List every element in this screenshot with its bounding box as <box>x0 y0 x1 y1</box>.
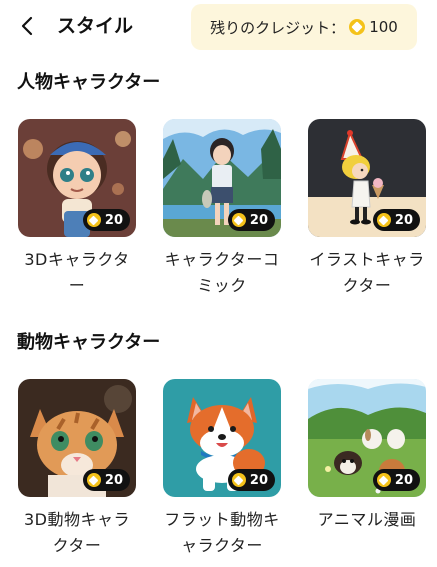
coin-icon <box>231 473 246 487</box>
style-card-illustrated-character[interactable]: 20 イラストキャラクター <box>308 119 426 299</box>
cost-value: 20 <box>104 212 123 228</box>
coin-icon <box>231 213 246 227</box>
credit-label: 残りのクレジット： <box>210 18 346 37</box>
cartoon-puppies-meadow-image: 20 <box>308 379 426 497</box>
style-label: イラストキャラクター <box>309 250 425 295</box>
style-card-3d-character[interactable]: 20 3Dキャラクター <box>18 119 136 299</box>
cost-badge: 20 <box>227 209 275 231</box>
cost-badge: 20 <box>82 209 130 231</box>
style-card-animal-manga[interactable]: 20 アニマル漫画 <box>308 379 426 533</box>
cost-value: 20 <box>104 472 123 488</box>
cost-badge: 20 <box>372 209 420 231</box>
credit-balance: 残りのクレジット： 100 <box>191 4 417 50</box>
header: スタイル 残りのクレジット： 100 <box>0 0 437 56</box>
style-label: 3D動物キャラクター <box>23 510 130 555</box>
illustrated-boy-icecream-image: 20 <box>308 119 426 237</box>
style-card-3d-animal[interactable]: 20 3D動物キャラクター <box>18 379 136 559</box>
style-card-flat-animal[interactable]: 20 フラット動物キャラクター <box>163 379 281 559</box>
section-title-animal: 動物キャラクター <box>17 332 161 353</box>
coin-icon <box>86 213 101 227</box>
3d-girl-image: 20 <box>18 119 136 237</box>
style-card-character-comic[interactable]: 20 キャラクターコミック <box>163 119 281 299</box>
cost-badge: 20 <box>372 469 420 491</box>
chevron-left-icon <box>21 16 33 36</box>
cost-badge: 20 <box>82 469 130 491</box>
cost-value: 20 <box>394 212 413 228</box>
style-label: アニマル漫画 <box>317 510 417 529</box>
anime-girl-lake-image: 20 <box>163 119 281 237</box>
coin-icon <box>349 19 366 35</box>
coin-icon <box>376 473 391 487</box>
cost-value: 20 <box>394 472 413 488</box>
page-title: スタイル <box>57 15 134 37</box>
cost-badge: 20 <box>227 469 275 491</box>
style-label: 3Dキャラクター <box>24 250 130 295</box>
credit-value: 100 <box>369 18 398 36</box>
cost-value: 20 <box>249 472 268 488</box>
style-label: キャラクターコミック <box>164 250 280 295</box>
back-button[interactable] <box>16 14 40 38</box>
coin-icon <box>86 473 101 487</box>
3d-kitten-image: 20 <box>18 379 136 497</box>
cost-value: 20 <box>249 212 268 228</box>
flat-corgi-image: 20 <box>163 379 281 497</box>
section-title-human: 人物キャラクター <box>17 72 161 93</box>
style-label: フラット動物キャラクター <box>164 510 280 555</box>
coin-icon <box>376 213 391 227</box>
